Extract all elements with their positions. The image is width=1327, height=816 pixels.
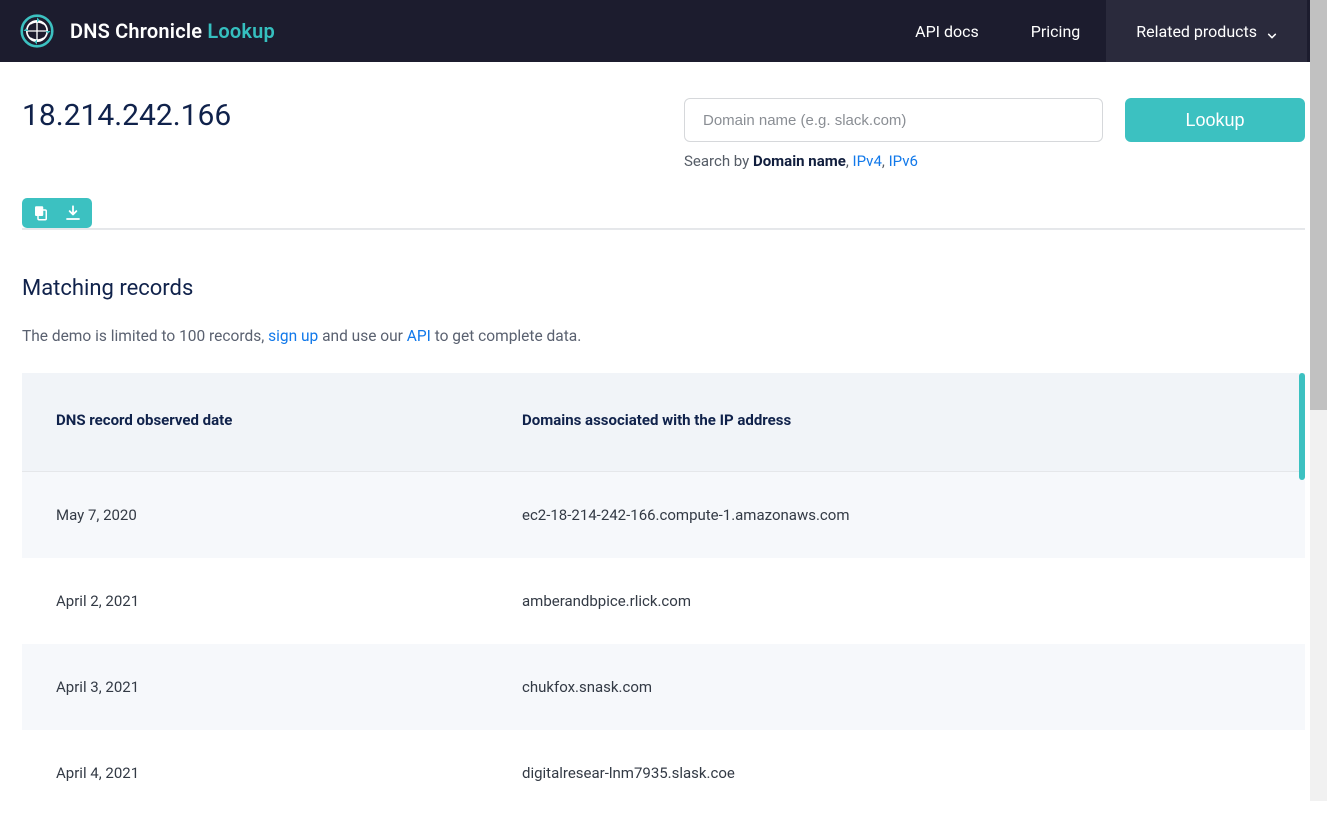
cell-date: May 7, 2020 <box>22 472 522 559</box>
section-title: Matching records <box>22 276 1305 301</box>
cell-domain: ec2-18-214-242-166.compute-1.amazonaws.c… <box>522 472 1305 559</box>
brand[interactable]: DNS Chronicle Lookup <box>20 14 275 48</box>
nav-links: API docs Pricing Related products <box>889 0 1307 62</box>
search-area: Search by Domain name, IPv4, IPv6 Lookup <box>684 98 1305 170</box>
search-hint-ipv4-link[interactable]: IPv4 <box>853 152 882 170</box>
nav-pricing[interactable]: Pricing <box>1005 0 1107 62</box>
search-hint-prefix: Search by <box>684 152 753 170</box>
action-pill <box>22 198 92 228</box>
search-hint-domain: Domain name <box>753 152 846 170</box>
api-link[interactable]: API <box>407 327 431 345</box>
demo-note: The demo is limited to 100 records, sign… <box>22 327 1305 345</box>
demo-mid: and use our <box>318 327 407 345</box>
cell-domain: chukfox.snask.com <box>522 644 1305 730</box>
brand-main: DNS Chronicle <box>70 19 207 43</box>
chevron-down-icon <box>1267 26 1277 36</box>
demo-prefix: The demo is limited to 100 records, <box>22 327 268 345</box>
col-header-date: DNS record observed date <box>22 373 522 472</box>
divider <box>22 229 1305 230</box>
nav-related-products[interactable]: Related products <box>1106 0 1307 62</box>
content: 18.214.242.166 Search by Domain name, IP… <box>0 62 1306 816</box>
table-scroll-thumb[interactable] <box>1299 373 1305 480</box>
cell-date: April 4, 2021 <box>22 730 522 816</box>
records-table: DNS record observed date Domains associa… <box>22 373 1305 816</box>
table-row: April 4, 2021 digitalresear-lnm7935.slas… <box>22 730 1305 816</box>
search-hint: Search by Domain name, IPv4, IPv6 <box>684 152 1103 170</box>
actions-row <box>22 198 1305 229</box>
demo-suffix: to get complete data. <box>431 327 581 345</box>
lookup-button[interactable]: Lookup <box>1125 98 1305 142</box>
nav-related-products-label: Related products <box>1136 22 1257 41</box>
domain-search-input[interactable] <box>684 98 1103 142</box>
cell-domain: amberandbpice.rlick.com <box>522 558 1305 644</box>
table-wrap: DNS record observed date Domains associa… <box>22 373 1305 816</box>
search-column: Search by Domain name, IPv4, IPv6 <box>684 98 1103 170</box>
signup-link[interactable]: sign up <box>268 327 318 345</box>
query-ip-heading: 18.214.242.166 <box>22 98 231 133</box>
nav-api-docs[interactable]: API docs <box>889 0 1005 62</box>
cell-date: April 2, 2021 <box>22 558 522 644</box>
search-hint-ipv6-link[interactable]: IPv6 <box>889 152 918 170</box>
brand-accent: Lookup <box>207 19 275 43</box>
brand-title: DNS Chronicle Lookup <box>70 19 275 43</box>
search-hint-sep: , <box>882 152 889 170</box>
globe-logo-icon <box>20 14 54 48</box>
cell-domain: digitalresear-lnm7935.slask.coe <box>522 730 1305 816</box>
col-header-domain: Domains associated with the IP address <box>522 373 1305 472</box>
table-row: April 3, 2021 chukfox.snask.com <box>22 644 1305 730</box>
table-header-row: DNS record observed date Domains associa… <box>22 373 1305 472</box>
copy-icon[interactable] <box>32 204 50 222</box>
table-row: May 7, 2020 ec2-18-214-242-166.compute-1… <box>22 472 1305 559</box>
cell-date: April 3, 2021 <box>22 644 522 730</box>
page-scrollbar-thumb[interactable] <box>1310 0 1327 410</box>
search-hint-comma: , <box>846 152 853 170</box>
download-icon[interactable] <box>64 204 82 222</box>
table-row: April 2, 2021 amberandbpice.rlick.com <box>22 558 1305 644</box>
navbar: DNS Chronicle Lookup API docs Pricing Re… <box>0 0 1327 62</box>
page-scrollbar-track[interactable] <box>1310 0 1327 801</box>
top-row: 18.214.242.166 Search by Domain name, IP… <box>22 98 1305 170</box>
